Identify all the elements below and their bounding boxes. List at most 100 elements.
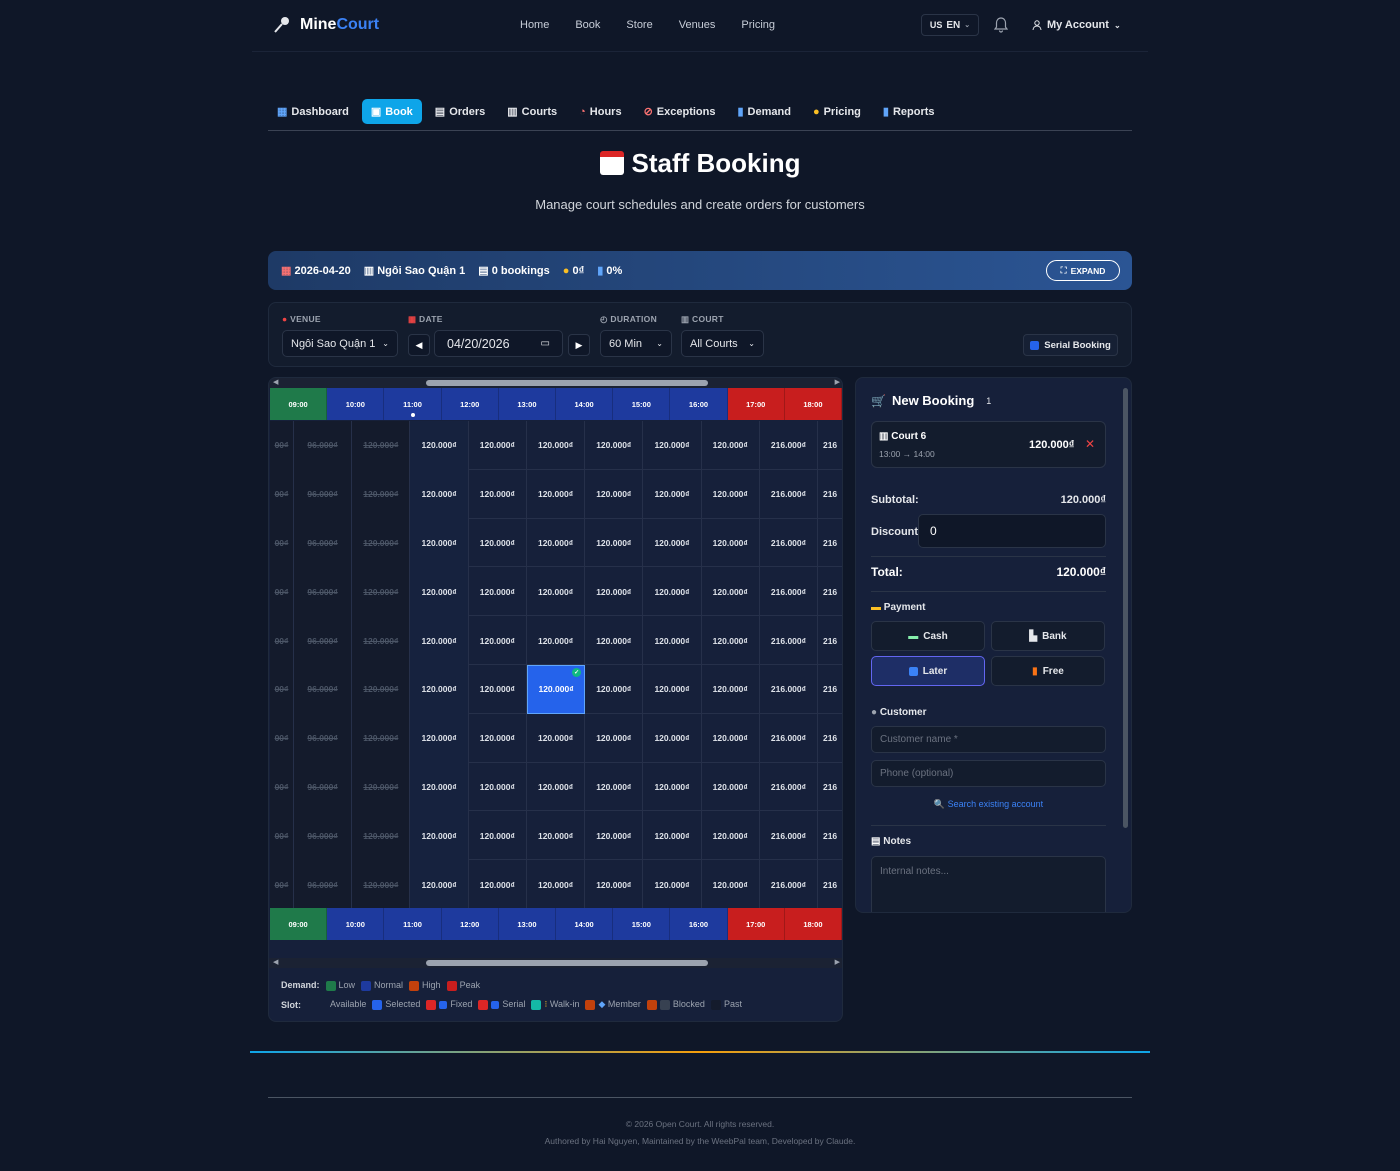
tab-pricing[interactable]: ● Pricing (804, 99, 870, 124)
tab-exceptions[interactable]: ⊘ Exceptions (635, 99, 725, 124)
payment-bank-button[interactable]: ▙ Bank (991, 621, 1105, 651)
slot-cell[interactable]: 120.000₫ (643, 469, 702, 519)
tab-dashboard[interactable]: ▦ Dashboard (268, 99, 358, 124)
slot-cell[interactable]: 120.000₫ (469, 616, 527, 665)
slot-cell[interactable]: 216 (818, 665, 842, 714)
expand-button[interactable]: ⛶ EXPAND (1046, 260, 1120, 281)
slot-cell[interactable]: 120.000₫ (527, 518, 586, 568)
slot-cell[interactable]: 120.000₫ (585, 860, 644, 909)
slot-cell[interactable]: 120.000₫ (585, 713, 644, 763)
scroll-thumb[interactable] (426, 960, 708, 966)
slot-cell[interactable]: 216.000₫ (760, 421, 819, 470)
slot-cell[interactable]: 120.000₫ (643, 762, 702, 812)
remove-item-icon[interactable]: ✕ (1085, 437, 1095, 451)
search-account-link[interactable]: 🔍 Search existing account (871, 799, 1106, 810)
slot-cell[interactable]: 120.000₫ (643, 616, 702, 665)
discount-input[interactable]: 0 (918, 514, 1106, 548)
horizontal-scrollbar-top[interactable]: ◀ ▶ (269, 378, 842, 388)
slot-cell[interactable]: 120.000₫ (585, 762, 644, 812)
slot-cell[interactable]: 216 (818, 421, 842, 470)
slot-cell[interactable]: 120.000₫ (410, 469, 469, 519)
slot-cell[interactable]: 120.000₫ (702, 811, 760, 861)
slot-cell[interactable]: 120.000₫ (469, 713, 527, 763)
nav-venues[interactable]: Venues (679, 19, 716, 31)
slot-cell[interactable]: 120.000₫ (585, 664, 644, 714)
slot-cell[interactable]: 120.000₫ (643, 567, 702, 617)
next-day-button[interactable]: ▶ (568, 334, 590, 356)
slot-cell[interactable]: 120.000₫ (527, 567, 586, 617)
panel-scrollbar[interactable] (1123, 388, 1128, 828)
slot-cell[interactable]: 120.000₫ (469, 518, 527, 568)
slot-cell[interactable]: 216 (818, 763, 842, 812)
slot-cell[interactable]: 120.000₫ (643, 860, 702, 909)
slot-cell[interactable]: 216 (818, 470, 842, 519)
tab-hours[interactable]: ◔ Hours (570, 99, 630, 124)
slot-cell[interactable]: 120.000₫ (527, 762, 586, 812)
slot-cell[interactable]: 120.000₫ (527, 616, 586, 665)
slot-cell[interactable]: 216 (818, 860, 842, 909)
slot-cell[interactable]: 120.000₫ (410, 518, 469, 568)
slot-cell-selected[interactable]: 120.000₫ ✓ (526, 664, 586, 714)
nav-store[interactable]: Store (626, 19, 652, 31)
slot-cell[interactable]: 120.000₫ (585, 469, 644, 519)
tab-demand[interactable]: ▮ Demand (728, 99, 799, 124)
slot-cell[interactable]: 120.000₫ (585, 616, 644, 665)
slot-cell[interactable]: 120.000₫ (469, 762, 527, 812)
slot-cell[interactable]: 120.000₫ (585, 811, 644, 861)
notes-textarea[interactable]: Internal notes... (871, 856, 1106, 912)
slot-cell[interactable]: 120.000₫ (702, 567, 760, 617)
logo[interactable]: Mine Court (272, 15, 379, 35)
slot-cell[interactable]: 120.000₫ (469, 421, 527, 470)
slot-cell[interactable]: 120.000₫ (527, 860, 586, 909)
slot-cell[interactable]: 120.000₫ (585, 518, 644, 568)
nav-pricing[interactable]: Pricing (741, 19, 775, 31)
slot-cell[interactable]: 120.000₫ (469, 860, 527, 909)
duration-select[interactable]: 60 Min ⌄ (600, 330, 672, 357)
slot-cell[interactable]: 120.000₫ (410, 762, 469, 812)
slot-cell[interactable]: 120.000₫ (702, 616, 760, 665)
slot-cell[interactable]: 120.000₫ (643, 518, 702, 568)
serial-booking-button[interactable]: Serial Booking (1023, 334, 1118, 356)
horizontal-scrollbar-bottom[interactable]: ◀ ▶ (269, 958, 842, 968)
nav-home[interactable]: Home (520, 19, 549, 31)
slot-cell[interactable]: 216 (818, 616, 842, 665)
tab-reports[interactable]: ▮ Reports (874, 99, 944, 124)
tab-book[interactable]: ▣ Book (361, 99, 422, 124)
payment-later-button[interactable]: Later (871, 656, 985, 686)
slot-cell[interactable]: 216.000₫ (760, 860, 819, 909)
slot-cell[interactable]: 216 (818, 811, 842, 860)
slot-cell[interactable]: 120.000₫ (527, 421, 586, 470)
slot-cell[interactable]: 120.000₫ (585, 567, 644, 617)
payment-free-button[interactable]: ▮ Free (991, 656, 1105, 686)
slot-cell[interactable]: 216.000₫ (760, 567, 819, 617)
slot-cell[interactable]: 120.000₫ (702, 713, 760, 763)
date-input[interactable]: 04/20/2026 ▭ (434, 330, 563, 357)
slot-cell[interactable]: 120.000₫ (702, 762, 760, 812)
slot-cell[interactable]: 216.000₫ (760, 811, 819, 861)
slot-cell[interactable]: 120.000₫ (469, 469, 527, 519)
slot-cell[interactable]: 120.000₫ (410, 421, 469, 470)
slot-cell[interactable]: 120.000₫ (410, 713, 469, 763)
slot-cell[interactable]: 216.000₫ (760, 518, 819, 568)
prev-day-button[interactable]: ◀ (408, 334, 430, 356)
tab-courts[interactable]: ▥ Courts (498, 99, 566, 124)
slot-cell[interactable]: 120.000₫ (469, 811, 527, 861)
slot-cell[interactable]: 120.000₫ (410, 616, 469, 665)
language-select[interactable]: US EN ⌄ (921, 14, 979, 36)
slot-cell[interactable]: 120.000₫ (643, 713, 702, 763)
account-menu[interactable]: My Account ⌄ (1032, 19, 1121, 31)
slot-cell[interactable]: 120.000₫ (643, 664, 702, 714)
slot-cell[interactable]: 120.000₫ (527, 811, 586, 861)
slot-cell[interactable]: 120.000₫ (585, 421, 644, 470)
slot-cell[interactable]: 120.000₫ (702, 421, 760, 470)
slot-cell[interactable]: 216 (818, 714, 842, 763)
venue-select[interactable]: Ngôi Sao Quận 1 ⌄ (282, 330, 398, 357)
customer-name-input[interactable]: Customer name * (871, 726, 1106, 753)
slot-cell[interactable]: 120.000₫ (643, 421, 702, 470)
slot-cell[interactable]: 216.000₫ (760, 469, 819, 519)
slot-cell[interactable]: 120.000₫ (410, 811, 469, 861)
bell-icon[interactable] (994, 17, 1008, 33)
slot-cell[interactable]: 120.000₫ (527, 713, 586, 763)
court-select[interactable]: All Courts ⌄ (681, 330, 764, 357)
slot-cell[interactable]: 120.000₫ (410, 664, 469, 714)
